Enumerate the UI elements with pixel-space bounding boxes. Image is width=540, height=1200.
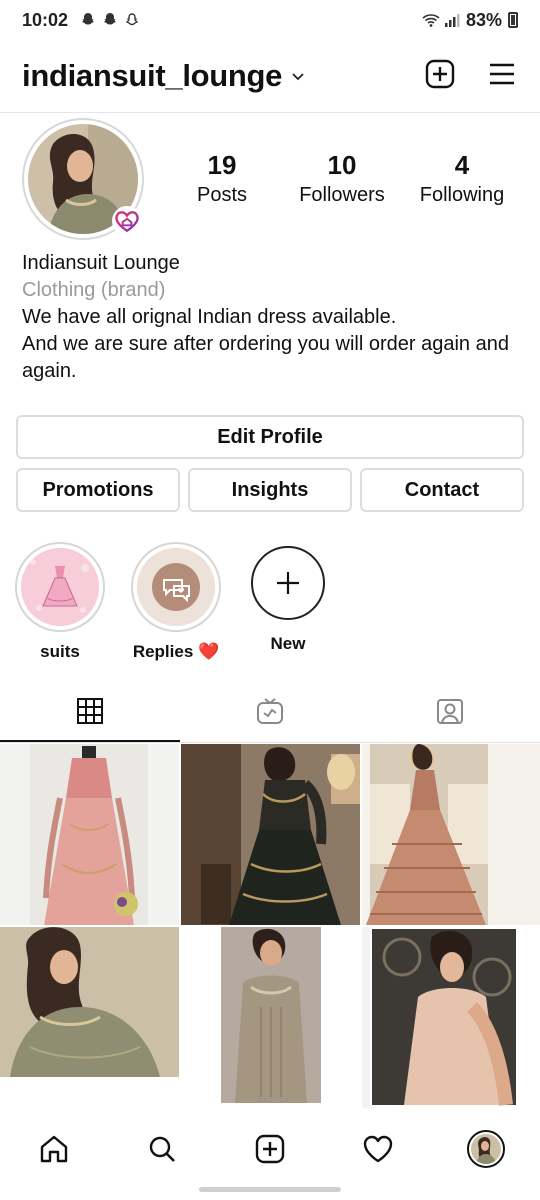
grid-post[interactable] — [362, 927, 540, 1108]
contact-button[interactable]: Contact — [360, 468, 524, 512]
heart-home-icon — [112, 206, 142, 236]
header-divider — [0, 112, 540, 113]
username-switcher[interactable]: indiansuit_lounge — [22, 58, 282, 94]
stat-followers[interactable]: 10 Followers — [282, 150, 402, 210]
battery-text: 83% — [465, 9, 502, 30]
activity-heart-icon[interactable] — [348, 1119, 408, 1179]
chevron-down-icon[interactable] — [290, 68, 306, 84]
posts-label: Posts — [196, 184, 248, 206]
add-post-icon[interactable] — [240, 1119, 300, 1179]
posts-grid — [0, 744, 540, 1114]
grid-post[interactable] — [362, 744, 540, 925]
new-post-icon[interactable] — [424, 58, 456, 95]
profile-header: indiansuit_lounge — [0, 52, 540, 100]
status-time: 10:02 — [22, 9, 69, 30]
dress-icon — [21, 548, 99, 626]
tagged-icon — [436, 697, 464, 730]
following-count: 4 — [454, 150, 470, 180]
plus-icon — [251, 546, 325, 620]
highlight-label-replies: Replies ❤️ — [132, 642, 220, 661]
highlight-label-suits: suits — [40, 642, 80, 661]
insights-button[interactable]: Insights — [188, 468, 352, 512]
tab-tagged[interactable] — [360, 684, 540, 742]
stat-posts[interactable]: 19 Posts — [162, 150, 282, 210]
profile-nav-avatar[interactable] — [456, 1119, 516, 1179]
highlight-replies[interactable]: Replies ❤️ — [130, 542, 222, 662]
avatar — [471, 1134, 501, 1164]
following-label: Following — [419, 184, 505, 206]
highlight-new[interactable]: New — [242, 542, 334, 654]
highlight-label-new: New — [270, 634, 306, 653]
igtv-icon — [256, 697, 284, 730]
status-bar: 10:02 83% — [0, 0, 540, 40]
grid-post[interactable] — [0, 744, 179, 925]
bio-text: We have all orignal Indian dress availab… — [22, 306, 509, 382]
home-icon[interactable] — [24, 1119, 84, 1179]
highlight-suits[interactable]: suits — [14, 542, 106, 662]
battery-icon — [508, 12, 518, 28]
profile-tabs — [0, 684, 540, 742]
tabs-divider — [0, 742, 540, 743]
profile-avatar[interactable] — [22, 118, 144, 240]
home-indicator[interactable] — [199, 1187, 341, 1192]
snapchat-icon — [102, 12, 118, 28]
menu-icon[interactable] — [486, 58, 518, 95]
profile-bio: Indiansuit Lounge Clothing (brand) We ha… — [22, 250, 522, 385]
chat-bubbles-icon — [137, 548, 215, 626]
promotions-button[interactable]: Promotions — [16, 468, 180, 512]
posts-count: 19 — [207, 150, 237, 180]
followers-label: Followers — [299, 184, 385, 206]
grid-post[interactable] — [0, 927, 179, 1108]
grid-post[interactable] — [181, 744, 360, 925]
display-name: Indiansuit Lounge — [22, 252, 180, 274]
stat-following[interactable]: 4 Following — [402, 150, 522, 210]
category-label: Clothing (brand) — [22, 279, 166, 301]
ghost-icon — [124, 12, 140, 28]
bottom-navigation — [0, 1118, 540, 1180]
profile-stats: 19 Posts 10 Followers 4 Following — [162, 150, 522, 210]
snapchat-icon — [80, 12, 96, 28]
wifi-icon — [422, 12, 440, 28]
followers-count: 10 — [327, 150, 357, 180]
signal-icon — [444, 12, 460, 28]
grid-icon — [76, 697, 104, 730]
tab-igtv[interactable] — [180, 684, 360, 742]
grid-post[interactable] — [181, 927, 360, 1108]
search-icon[interactable] — [132, 1119, 192, 1179]
edit-profile-button[interactable]: Edit Profile — [16, 415, 524, 459]
tab-grid[interactable] — [0, 684, 180, 742]
